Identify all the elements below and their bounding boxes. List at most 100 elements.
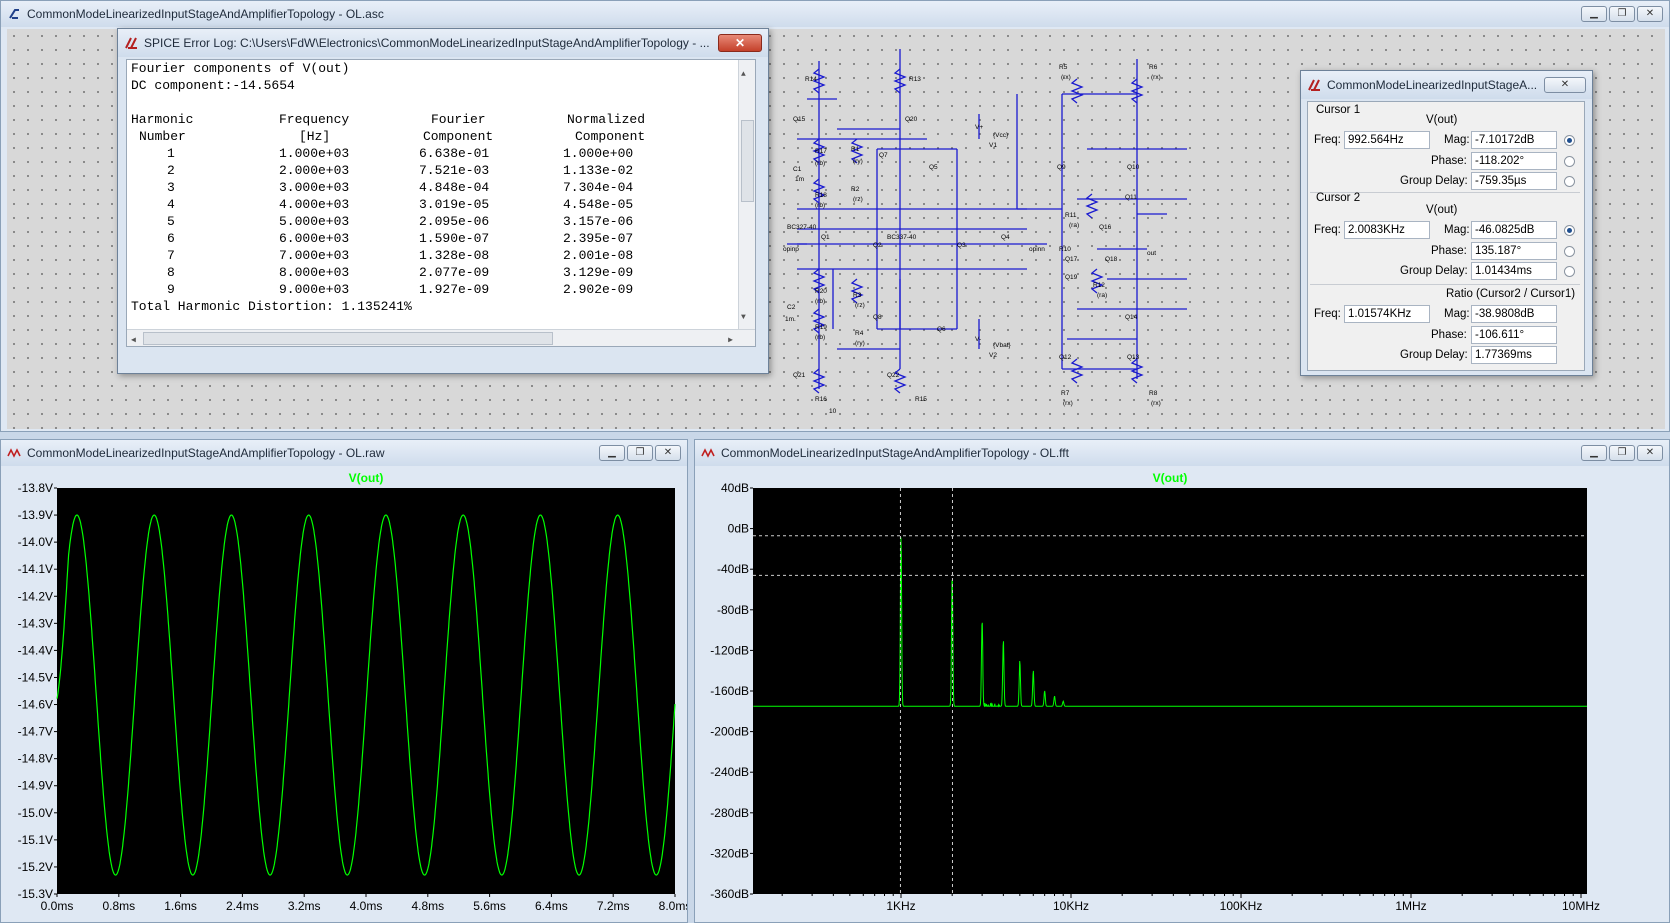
table-cell: 3.000e+03	[279, 180, 350, 195]
ratio-group-delay-field[interactable]: 1.77369ms	[1471, 346, 1557, 364]
restore-button[interactable]: ❐	[1609, 445, 1635, 461]
scroll-down-icon[interactable]: ▼	[741, 309, 746, 326]
fft-titlebar[interactable]: CommonModeLinearizedInputStageAndAmplifi…	[695, 440, 1669, 466]
component-label: {Vcc}	[993, 132, 1009, 139]
component-label: (rx)	[1151, 74, 1161, 81]
thd-line: Total Harmonic Distortion: 1.135241%	[131, 299, 412, 314]
scroll-left-icon[interactable]: ◀	[131, 332, 136, 346]
x-tick-label: 8.0ms	[659, 899, 687, 913]
cursor1-group-delay-field[interactable]: -759.35µs	[1471, 172, 1557, 190]
y-tick-label: -280dB	[710, 806, 749, 820]
cursor2-phase-radio[interactable]	[1564, 246, 1575, 257]
resistor-symbol	[1070, 78, 1084, 104]
restore-button[interactable]: ❐	[1609, 6, 1635, 22]
ratio-mag-field[interactable]: -38.9808dB	[1471, 305, 1557, 323]
ratio-freq-field[interactable]: 1.01574KHz	[1344, 305, 1430, 323]
mag-label: Mag:	[1444, 224, 1470, 236]
minimize-button[interactable]: ▁	[599, 445, 625, 461]
cursor2-freq-field[interactable]: 2.0083KHz	[1344, 221, 1430, 239]
scroll-right-icon[interactable]: ▶	[728, 332, 733, 346]
fft-plot-window: CommonModeLinearizedInputStageAndAmplifi…	[694, 439, 1670, 923]
ltspice-logo-icon	[1307, 79, 1321, 91]
close-button[interactable]: ✕	[1637, 445, 1663, 461]
x-tick-label: 0.8ms	[102, 899, 135, 913]
table-cell: 9.000e+03	[279, 282, 350, 297]
table-row: 4 4.000e+03 3.019e-05 4.548e-05	[131, 196, 633, 213]
component-label: opinn	[1029, 246, 1045, 253]
scroll-up-icon[interactable]: ▲	[741, 66, 746, 83]
x-tick-label: 6.4ms	[535, 899, 568, 913]
ratio-phase-field[interactable]: -106.611°	[1471, 326, 1557, 344]
component-label: Q6	[937, 326, 946, 333]
cursor-titlebar[interactable]: CommonModeLinearizedInputStageA... ✕	[1301, 71, 1592, 99]
component-label: R17	[815, 148, 827, 155]
table-cell: 6.638e-01	[419, 146, 490, 161]
phase-label: Phase:	[1431, 155, 1467, 167]
cursor1-phase-radio[interactable]	[1564, 156, 1575, 167]
plot-area[interactable]	[57, 488, 675, 894]
y-tick-label: -14.0V	[18, 535, 53, 549]
window-title: CommonModeLinearizedInputStageAndAmplifi…	[27, 7, 384, 21]
y-tick-label: -14.9V	[18, 779, 53, 793]
cursor2-mag-field[interactable]: -46.0825dB	[1471, 221, 1557, 239]
table-row: 7 7.000e+03 1.328e-08 2.001e-08	[131, 247, 633, 264]
component-label: Q16	[1099, 224, 1112, 231]
schematic-titlebar[interactable]: CommonModeLinearizedInputStageAndAmplifi…	[1, 1, 1669, 27]
vertical-scrollbar[interactable]: ▲ ▼	[738, 60, 755, 346]
y-tick-label: -160dB	[710, 684, 749, 698]
component-label: V1	[989, 142, 997, 149]
cursor2-group-delay-field[interactable]: 1.01434ms	[1471, 262, 1557, 280]
cursor2-phase-field[interactable]: 135.187°	[1471, 242, 1557, 260]
close-button[interactable]: ✕	[1544, 77, 1586, 93]
table-cell: 1.590e-07	[419, 231, 490, 246]
fft-plot[interactable]: V(out) 40dB 0dB -40dB -80dB -120dB -160dB -200d…	[695, 466, 1669, 922]
resistor-symbol	[1085, 193, 1099, 219]
component-label: Q21	[793, 372, 806, 379]
cursor1-trace: V(out)	[1426, 114, 1458, 126]
column-subheader: [Hz]	[299, 129, 331, 144]
time-domain-plot[interactable]: V(out) -13.8V -13.9V -14.0V -14.1V -14.2V -14.…	[1, 466, 687, 922]
table-cell: 6	[167, 231, 175, 246]
table-cell: 1.000e+03	[279, 146, 350, 161]
log-line: Fourier components of V(out)	[131, 61, 350, 76]
table-cell: 8.000e+03	[279, 265, 350, 280]
close-button[interactable]: ✕	[1637, 6, 1663, 22]
component-label: R19	[815, 324, 827, 331]
minimize-button[interactable]: ▁	[1581, 445, 1607, 461]
cursor1-mag-field[interactable]: -7.10172dB	[1471, 131, 1557, 149]
component-label: Q2	[873, 242, 882, 249]
minimize-button[interactable]: ▁	[1581, 6, 1607, 22]
plot-area[interactable]	[753, 488, 1587, 894]
cursor2-gd-radio[interactable]	[1564, 266, 1575, 277]
cursor1-freq-field[interactable]: 992.564Hz	[1344, 131, 1430, 149]
cursor-panel: Cursor 1 V(out) Freq: 992.564Hz Mag: -7.…	[1307, 101, 1585, 371]
close-button[interactable]: ✕	[718, 34, 762, 52]
table-cell: 9	[167, 282, 175, 297]
table-cell: 5.000e+03	[279, 214, 350, 229]
component-label: R11	[1065, 212, 1077, 219]
restore-button[interactable]: ❐	[627, 445, 653, 461]
scroll-thumb-h[interactable]	[143, 332, 553, 345]
cursor1-gd-radio[interactable]	[1564, 176, 1575, 187]
mag-label: Mag:	[1444, 134, 1470, 146]
raw-titlebar[interactable]: CommonModeLinearizedInputStageAndAmplifi…	[1, 440, 687, 466]
table-row: 9 9.000e+03 1.927e-09 2.902e-09	[131, 281, 633, 298]
fourier-table: Fourier components of V(out) DC componen…	[131, 60, 645, 315]
cursor1-phase-field[interactable]: -118.202°	[1471, 152, 1557, 170]
component-label: Q20	[905, 116, 918, 123]
component-label: (rb)	[815, 334, 825, 341]
error-log-text[interactable]: Fourier components of V(out) DC componen…	[126, 59, 756, 347]
scroll-thumb[interactable]	[741, 120, 754, 202]
table-cell: 2.001e-08	[563, 248, 634, 263]
component-label: Q4	[1001, 234, 1010, 241]
cursor2-mag-radio[interactable]	[1564, 225, 1575, 236]
y-tick-label: -14.3V	[18, 616, 53, 630]
freq-label: Freq:	[1314, 308, 1341, 320]
error-log-titlebar[interactable]: SPICE Error Log: C:\Users\FdW\Electronic…	[118, 29, 768, 57]
component-label: V-	[975, 336, 981, 343]
resistor-symbol	[850, 278, 864, 304]
close-button[interactable]: ✕	[655, 445, 681, 461]
cursor1-mag-radio[interactable]	[1564, 135, 1575, 146]
column-header: Frequency	[279, 112, 350, 127]
horizontal-scrollbar[interactable]: ◀ ▶	[127, 329, 755, 346]
